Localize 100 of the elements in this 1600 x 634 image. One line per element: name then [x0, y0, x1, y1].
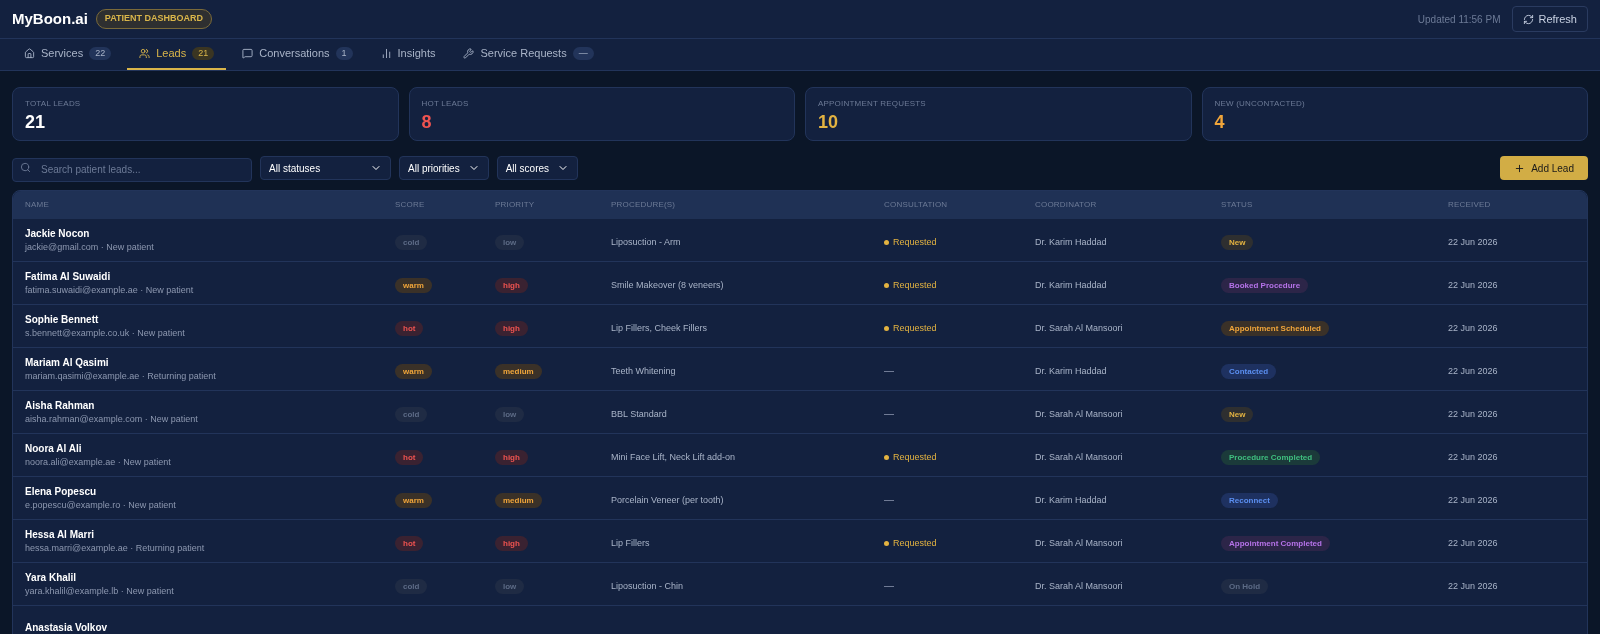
status-badge: New: [1221, 235, 1254, 250]
stat-label: NEW (UNCONTACTED): [1214, 98, 1306, 110]
coordinator-text: Dr. Karim Haddad: [1035, 237, 1107, 247]
coordinator-text: Dr. Karim Haddad: [1035, 366, 1107, 376]
lead-name: Noora Al Ali: [25, 441, 83, 456]
stat-label: TOTAL LEADS: [25, 98, 82, 110]
procedure-text: Smile Makeover (8 veneers): [611, 280, 724, 290]
procedure-text: Lip Fillers: [611, 538, 650, 548]
column-header: PROCEDURE(S): [611, 199, 677, 211]
consultation-text: Requested: [893, 536, 937, 550]
filter-dropdown[interactable]: All scores: [496, 156, 579, 180]
tab-icon: [463, 48, 475, 59]
coordinator-text: Dr. Sarah Al Mansoori: [1035, 581, 1123, 591]
lead-name: Fatima Al Suwaidi: [25, 269, 112, 284]
plus-icon: [1514, 162, 1526, 174]
search-icon: [20, 162, 31, 173]
lead-name: Jackie Nocon: [25, 226, 91, 241]
refresh-button[interactable]: Refresh: [1512, 5, 1588, 33]
procedure-text: Liposuction - Chin: [611, 581, 684, 591]
tab-icon: [242, 48, 254, 59]
consultation-text: Requested: [893, 235, 937, 249]
procedure-text: BBL Standard: [611, 409, 667, 419]
nav-tab[interactable]: Leads 21: [127, 39, 227, 70]
status-badge: Procedure Completed: [1221, 450, 1321, 465]
nav-tab[interactable]: Insights: [368, 39, 448, 70]
lead-contact: aisha.rahman@example.com · New patient: [25, 412, 199, 426]
lead-contact: noora.ali@example.ae · New patient: [25, 455, 172, 469]
lead-contact: s.bennett@example.co.uk · New patient: [25, 326, 186, 340]
dashboard-badge: PATIENT DASHBOARD: [95, 9, 212, 29]
lead-name: Mariam Al Qasimi: [25, 355, 110, 370]
column-header: SCORE: [395, 199, 426, 211]
lead-contact: yara.khalil@example.lb · New patient: [25, 584, 175, 598]
procedure-text: Teeth Whitening: [611, 366, 676, 376]
coordinator-text: Dr. Sarah Al Mansoori: [1035, 538, 1123, 548]
coordinator-text: Dr. Karim Haddad: [1035, 280, 1107, 290]
priority-badge: high: [495, 278, 528, 293]
column-header: PRIORITY: [495, 199, 536, 211]
tab-count: 1: [335, 46, 353, 61]
status-badge: Appointment Completed: [1221, 536, 1330, 551]
tab-count: —: [572, 46, 594, 61]
received-date: 22 Jun 2026: [1448, 366, 1498, 376]
column-header: STATUS: [1221, 199, 1254, 211]
received-date: 22 Jun 2026: [1448, 237, 1498, 247]
lead-contact: jackie@gmail.com · New patient: [25, 240, 155, 254]
status-badge: Contacted: [1221, 364, 1277, 379]
consultation-text: —: [884, 580, 894, 591]
consultation-text: —: [884, 494, 894, 505]
nav-tab[interactable]: Services 22: [12, 39, 124, 70]
consultation-text: Requested: [893, 450, 937, 464]
stat-value: 21: [25, 111, 47, 134]
received-date: 22 Jun 2026: [1448, 409, 1498, 419]
refresh-icon: [1523, 13, 1535, 25]
column-header: COORDINATOR: [1035, 199, 1098, 211]
score-badge: warm: [395, 278, 432, 293]
filter-dropdown[interactable]: All statuses: [260, 156, 391, 180]
coordinator-text: Dr. Sarah Al Mansoori: [1035, 409, 1123, 419]
tab-icon: [24, 48, 35, 59]
procedure-text: Mini Face Lift, Neck Lift add-on: [611, 452, 736, 462]
column-header: RECEIVED: [1448, 199, 1492, 211]
lead-name: Sophie Bennett: [25, 312, 100, 327]
tab-count: 22: [89, 46, 112, 61]
score-badge: warm: [395, 493, 432, 508]
score-badge: cold: [395, 235, 428, 250]
score-badge: warm: [395, 364, 432, 379]
status-badge: Reconnect: [1221, 493, 1278, 508]
nav-tab[interactable]: Conversations 1: [230, 39, 365, 70]
column-header: CONSULTATION: [884, 199, 949, 211]
priority-badge: low: [495, 407, 525, 422]
status-badge: On Hold: [1221, 579, 1269, 594]
coordinator-text: Dr. Sarah Al Mansoori: [1035, 452, 1123, 462]
nav-tab[interactable]: Service Requests —: [451, 39, 606, 70]
status-badge: Booked Procedure: [1221, 278, 1309, 293]
priority-badge: medium: [495, 493, 542, 508]
consultation-text: —: [884, 365, 894, 376]
priority-badge: high: [495, 536, 528, 551]
tab-icon: [380, 48, 392, 59]
consultation-text: Requested: [893, 321, 937, 335]
filter-dropdown[interactable]: All priorities: [399, 156, 489, 180]
tab-icon: [139, 48, 151, 59]
lead-contact: hessa.marri@example.ae · Returning patient: [25, 541, 206, 555]
priority-badge: low: [495, 235, 525, 250]
procedure-text: Liposuction - Arm: [611, 237, 681, 247]
column-header: NAME: [25, 199, 50, 211]
lead-name: Aisha Rahman: [25, 398, 96, 413]
coordinator-text: Dr. Sarah Al Mansoori: [1035, 323, 1123, 333]
received-date: 22 Jun 2026: [1448, 538, 1498, 548]
stat-value: 10: [818, 111, 840, 134]
search-field[interactable]: Search patient leads...: [12, 157, 252, 182]
stat-value: 8: [421, 111, 433, 134]
lead-contact: e.popescu@example.ro · New patient: [25, 498, 177, 512]
status-badge: New: [1221, 407, 1254, 422]
consultation-text: —: [884, 408, 894, 419]
score-badge: cold: [395, 579, 428, 594]
stat-label: APPOINTMENT REQUESTS: [818, 98, 927, 110]
received-date: 22 Jun 2026: [1448, 452, 1498, 462]
brand-logo: MyBoon.ai: [12, 8, 88, 29]
lead-name: Elena Popescu: [25, 484, 98, 499]
add-lead-button[interactable]: Add Lead: [1500, 156, 1588, 180]
score-badge: hot: [395, 321, 424, 336]
priority-badge: high: [495, 321, 528, 336]
